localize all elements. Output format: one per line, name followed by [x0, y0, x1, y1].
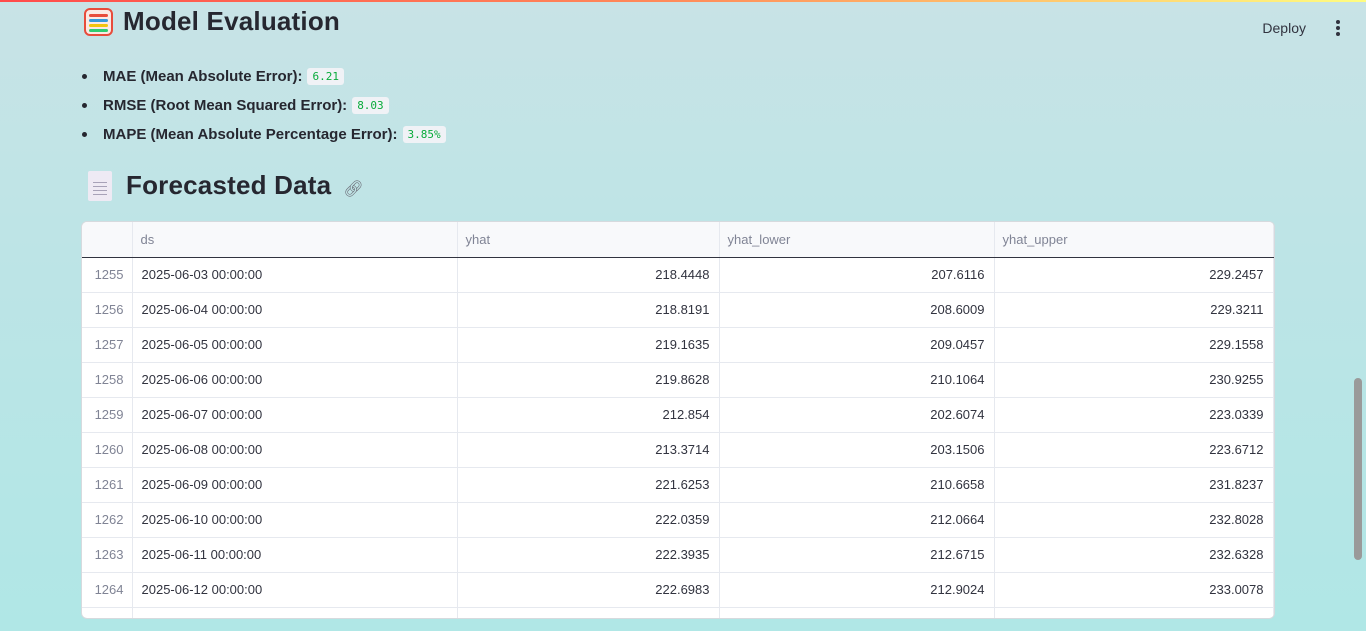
row-index[interactable]: 1255 — [82, 257, 133, 293]
table-row: 1264 2025-06-12 00:00:00 222.6983 212.9024 2… — [82, 572, 1274, 608]
row-index[interactable]: 1262 — [82, 502, 133, 538]
metric-value: 6.21 — [307, 68, 344, 85]
table-row: 1256 2025-06-04 00:00:00 218.8191 208.6009 2… — [82, 292, 1274, 328]
cell-yhat-lower[interactable]: 210.6658 — [719, 467, 995, 503]
kebab-menu-icon[interactable] — [1332, 18, 1344, 38]
row-index[interactable]: 1263 — [82, 537, 133, 573]
cell-yhat-lower[interactable]: 203.1506 — [719, 432, 995, 468]
cell-yhat-upper[interactable]: 229.2457 — [994, 257, 1274, 293]
table-row: 1255 2025-06-03 00:00:00 218.4448 207.6116 2… — [82, 257, 1274, 293]
cell-yhat-lower[interactable]: 207.6116 — [719, 257, 995, 293]
cell-yhat-lower[interactable]: 202.6074 — [719, 397, 995, 433]
list-item: MAE (Mean Absolute Error): 6.21 — [82, 62, 446, 91]
section-title: Forecasted Data — [126, 170, 332, 200]
row-index[interactable]: 1264 — [82, 572, 133, 608]
cell-yhat-lower[interactable]: 208.6009 — [719, 292, 995, 328]
cell-ds[interactable]: 2025-06-06 00:00:00 — [132, 362, 458, 398]
row-index[interactable]: 1259 — [82, 397, 133, 433]
list-item: MAPE (Mean Absolute Percentage Error): 3… — [82, 120, 446, 149]
cell-yhat-upper[interactable]: 229.1558 — [994, 327, 1274, 363]
column-header-yhat-upper[interactable]: yhat_upper — [994, 222, 1274, 258]
row-index[interactable]: 1256 — [82, 292, 133, 328]
cell-ds[interactable]: 2025-06-05 00:00:00 — [132, 327, 458, 363]
cell-ds[interactable]: 2025-06-04 00:00:00 — [132, 292, 458, 328]
deploy-button[interactable]: Deploy — [1262, 20, 1306, 36]
cell-ds[interactable]: 2025-06-09 00:00:00 — [132, 467, 458, 503]
metric-value: 8.03 — [352, 97, 389, 114]
table-cell — [132, 607, 458, 618]
app-header-actions: Deploy — [1262, 18, 1344, 38]
column-header-yhat-lower[interactable]: yhat_lower — [719, 222, 995, 258]
metrics-list: MAE (Mean Absolute Error): 6.21 RMSE (Ro… — [82, 62, 446, 149]
cell-yhat-upper[interactable]: 231.8237 — [994, 467, 1274, 503]
table-row: 1262 2025-06-10 00:00:00 222.0359 212.0664 2… — [82, 502, 1274, 538]
table-row: 1259 2025-06-07 00:00:00 212.854 202.6074 22… — [82, 397, 1274, 433]
cell-yhat-lower[interactable]: 212.9024 — [719, 572, 995, 608]
cell-ds[interactable]: 2025-06-12 00:00:00 — [132, 572, 458, 608]
metric-label: MAE (Mean Absolute Error): — [103, 68, 303, 85]
table-cell — [82, 607, 133, 618]
cell-yhat-upper[interactable]: 233.0078 — [994, 572, 1274, 608]
cell-yhat-upper[interactable]: 223.6712 — [994, 432, 1274, 468]
table-row: 1257 2025-06-05 00:00:00 219.1635 209.0457 2… — [82, 327, 1274, 363]
list-item: RMSE (Root Mean Squared Error): 8.03 — [82, 91, 446, 120]
table-cell — [457, 607, 720, 618]
table-row: 1260 2025-06-08 00:00:00 213.3714 203.1506 2… — [82, 432, 1274, 468]
cell-yhat[interactable]: 222.6983 — [457, 572, 720, 608]
cell-yhat[interactable]: 213.3714 — [457, 432, 720, 468]
cell-yhat-lower[interactable]: 210.1064 — [719, 362, 995, 398]
row-index[interactable]: 1257 — [82, 327, 133, 363]
cell-yhat[interactable]: 212.854 — [457, 397, 720, 433]
cell-yhat[interactable]: 218.4448 — [457, 257, 720, 293]
cell-yhat[interactable]: 218.8191 — [457, 292, 720, 328]
cell-yhat[interactable]: 219.8628 — [457, 362, 720, 398]
column-header-yhat[interactable]: yhat — [457, 222, 720, 258]
table-row: 1261 2025-06-09 00:00:00 221.6253 210.6658 2… — [82, 467, 1274, 503]
cell-yhat-upper[interactable]: 232.8028 — [994, 502, 1274, 538]
column-header-index[interactable] — [82, 222, 133, 258]
table-cell — [719, 607, 995, 618]
cell-yhat-upper[interactable]: 230.9255 — [994, 362, 1274, 398]
metric-label: MAPE (Mean Absolute Percentage Error): — [103, 126, 398, 143]
cell-yhat[interactable]: 222.3935 — [457, 537, 720, 573]
cell-yhat[interactable]: 219.1635 — [457, 327, 720, 363]
abacus-icon — [84, 7, 113, 36]
forecast-table[interactable]: ds yhat yhat_lower yhat_upper 1255 2025-0… — [81, 221, 1275, 619]
row-index[interactable]: 1261 — [82, 467, 133, 503]
cell-ds[interactable]: 2025-06-07 00:00:00 — [132, 397, 458, 433]
cell-yhat-lower[interactable]: 212.0664 — [719, 502, 995, 538]
cell-yhat-upper[interactable]: 223.0339 — [994, 397, 1274, 433]
cell-yhat-lower[interactable]: 209.0457 — [719, 327, 995, 363]
metric-label: RMSE (Root Mean Squared Error): — [103, 97, 348, 114]
page-scrollbar[interactable] — [1354, 378, 1362, 560]
top-decoration-bar — [0, 0, 1366, 2]
table-row: 1258 2025-06-06 00:00:00 219.8628 210.1064 2… — [82, 362, 1274, 398]
link-icon[interactable]: 🔗︎ — [343, 179, 363, 199]
cell-ds[interactable]: 2025-06-10 00:00:00 — [132, 502, 458, 538]
row-index[interactable]: 1260 — [82, 432, 133, 468]
cell-yhat[interactable]: 221.6253 — [457, 467, 720, 503]
cell-ds[interactable]: 2025-06-08 00:00:00 — [132, 432, 458, 468]
column-header-ds[interactable]: ds — [132, 222, 458, 258]
page-title: Model Evaluation — [123, 6, 341, 36]
cell-yhat-upper[interactable]: 229.3211 — [994, 292, 1274, 328]
metric-value: 3.85% — [402, 126, 446, 143]
cell-ds[interactable]: 2025-06-03 00:00:00 — [132, 257, 458, 293]
table-cell — [994, 607, 1274, 618]
cell-ds[interactable]: 2025-06-11 00:00:00 — [132, 537, 458, 573]
forecasted-data-heading: Forecasted Data 🔗︎ — [84, 170, 364, 201]
cell-yhat-upper[interactable]: 232.6328 — [994, 537, 1274, 573]
cell-yhat[interactable]: 222.0359 — [457, 502, 720, 538]
table-row: 1263 2025-06-11 00:00:00 222.3935 212.6715 2… — [82, 537, 1274, 573]
model-evaluation-heading: Model Evaluation — [84, 6, 340, 37]
document-icon — [88, 170, 112, 201]
table-row-partial — [82, 607, 1274, 618]
cell-yhat-lower[interactable]: 212.6715 — [719, 537, 995, 573]
row-index[interactable]: 1258 — [82, 362, 133, 398]
table-header-row: ds yhat yhat_lower yhat_upper — [82, 222, 1274, 258]
